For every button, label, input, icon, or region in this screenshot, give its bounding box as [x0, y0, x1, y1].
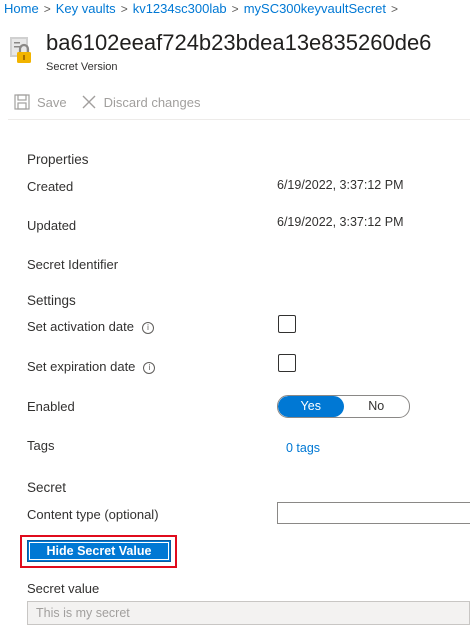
activation-date-text: Set activation date — [27, 319, 134, 334]
created-value: 6/19/2022, 3:37:12 PM — [277, 178, 404, 192]
secret-value-field[interactable]: This is my secret — [27, 601, 470, 625]
command-bar: Save Discard changes — [14, 92, 214, 112]
discard-changes-label: Discard changes — [103, 94, 201, 110]
enabled-yes-option[interactable]: Yes — [278, 396, 344, 417]
settings-heading: Settings — [27, 293, 76, 308]
expiration-date-label: Set expiration date i — [27, 359, 156, 374]
activation-date-label: Set activation date i — [27, 319, 154, 334]
key-lock-icon — [10, 37, 36, 65]
secret-heading: Secret — [27, 480, 67, 495]
breadcrumb-key-vault[interactable]: kv1234sc300lab — [133, 1, 227, 16]
breadcrumb-separator: > — [391, 2, 399, 16]
properties-heading: Properties — [27, 152, 89, 167]
info-icon[interactable]: i — [141, 321, 154, 334]
enabled-toggle[interactable]: Yes No — [277, 395, 410, 418]
tags-link[interactable]: 0 tags — [286, 441, 320, 455]
breadcrumb: Home > Key vaults > kv1234sc300lab > mySC300ke… — [4, 1, 403, 16]
page-title: ba6102eeaf724b23bdea13e835260de6 — [46, 30, 432, 55]
save-button[interactable]: Save — [14, 94, 67, 110]
tags-label: Tags — [27, 438, 55, 453]
save-label: Save — [37, 94, 67, 110]
hide-secret-value-button[interactable]: Hide Secret Value — [27, 540, 171, 562]
page-subtitle: Secret Version — [46, 61, 118, 73]
breadcrumb-home[interactable]: Home — [4, 1, 39, 16]
content-type-input[interactable] — [277, 502, 470, 524]
breadcrumb-secret[interactable]: mySC300keyvaultSecret — [244, 1, 386, 16]
info-icon[interactable]: i — [143, 361, 156, 374]
discard-changes-button[interactable]: Discard changes — [81, 94, 201, 110]
toolbar-divider — [8, 119, 470, 120]
expiration-date-checkbox[interactable] — [278, 354, 296, 372]
secret-identifier-label: Secret Identifier — [27, 257, 119, 272]
activation-date-checkbox[interactable] — [278, 315, 296, 333]
updated-value: 6/19/2022, 3:37:12 PM — [277, 215, 404, 229]
updated-label: Updated — [27, 218, 77, 233]
close-icon — [82, 95, 96, 109]
breadcrumb-separator: > — [43, 2, 51, 16]
enabled-label: Enabled — [27, 399, 75, 414]
save-icon — [14, 94, 30, 110]
secret-value-label: Secret value — [27, 581, 100, 596]
breadcrumb-separator: > — [120, 2, 128, 16]
content-type-label: Content type (optional) — [27, 507, 159, 522]
breadcrumb-separator: > — [231, 2, 239, 16]
expiration-date-text: Set expiration date — [27, 359, 136, 374]
created-label: Created — [27, 179, 74, 194]
enabled-no-option[interactable]: No — [344, 396, 410, 417]
breadcrumb-key-vaults[interactable]: Key vaults — [56, 1, 116, 16]
